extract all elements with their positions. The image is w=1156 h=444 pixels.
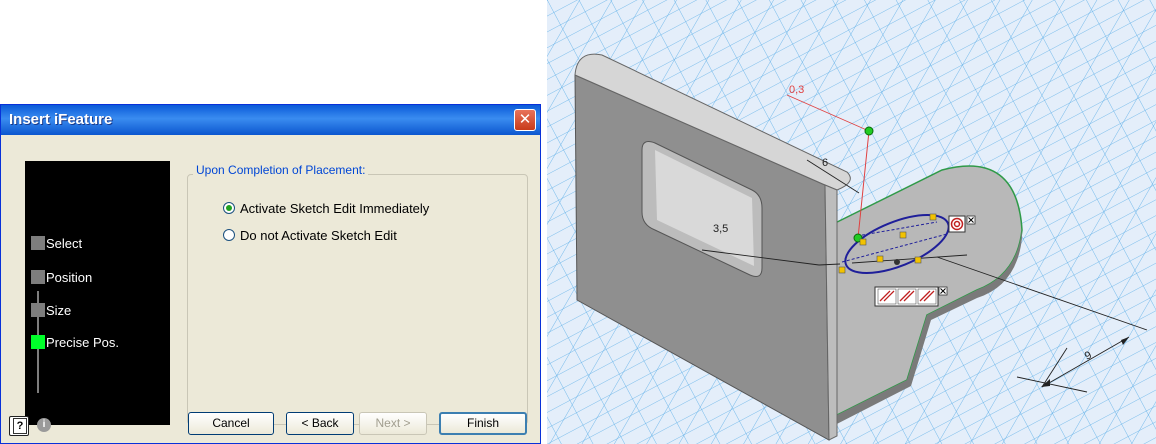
close-button[interactable]: ✕ <box>514 109 536 131</box>
step-marker <box>31 236 45 250</box>
step-label: Precise Pos. <box>46 335 119 350</box>
close-glyph-icon[interactable] <box>966 215 976 225</box>
cancel-button[interactable]: Cancel <box>188 412 274 435</box>
sketch-center-point[interactable] <box>894 259 900 265</box>
step-label: Position <box>46 270 93 285</box>
close-icon: ✕ <box>518 111 532 128</box>
viewport-canvas[interactable]: 0,3 6 3,5 9 <box>547 0 1156 444</box>
concentric-constraint-icon[interactable] <box>948 215 966 233</box>
dimension-0-3[interactable]: 0,3 <box>789 84 804 96</box>
sketch-point[interactable] <box>864 126 874 136</box>
parallel-constraint-icon[interactable] <box>874 286 939 307</box>
radio-label: Activate Sketch Edit Immediately <box>240 201 430 216</box>
step-label: Select <box>46 236 83 251</box>
dimension-3-5[interactable]: 3,5 <box>713 223 728 235</box>
step-label: Size <box>46 303 72 318</box>
back-button[interactable]: < Back <box>286 412 354 435</box>
info-button[interactable]: i <box>35 416 55 436</box>
completion-group-legend: Upon Completion of Placement: <box>193 163 369 177</box>
step-marker <box>31 270 45 284</box>
wizard-steps-panel: Select Position Size Precise Pos. <box>25 161 170 425</box>
step-marker-active <box>31 335 45 349</box>
help-icon: ? <box>13 418 27 434</box>
step-marker <box>31 303 45 317</box>
dialog-title: Insert iFeature <box>9 111 113 128</box>
modeling-viewport[interactable]: 0,3 6 3,5 9 <box>547 0 1156 444</box>
insert-ifeature-dialog: Insert iFeature ✕ Select Position Size P… <box>0 104 541 444</box>
next-button[interactable]: Next > <box>359 412 427 435</box>
close-glyph-icon[interactable] <box>938 286 948 296</box>
dimension-6[interactable]: 6 <box>822 157 828 169</box>
radio-label: Do not Activate Sketch Edit <box>240 228 397 243</box>
title-bar[interactable]: Insert iFeature ✕ <box>1 105 540 135</box>
radio-button[interactable] <box>223 229 235 241</box>
help-button[interactable]: ? <box>9 416 29 436</box>
finish-button[interactable]: Finish <box>439 412 527 435</box>
info-icon: i <box>37 418 51 432</box>
radio-button-checked[interactable] <box>223 202 235 214</box>
